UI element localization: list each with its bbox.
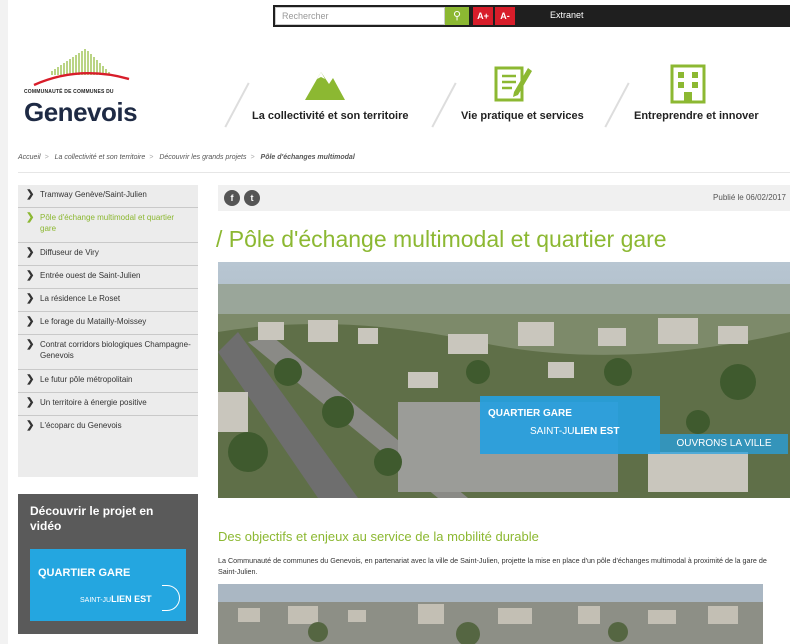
logo-title: Genevois [24,97,138,127]
sidebar-item-label: Entrée ouest de Saint-Julien [40,271,141,280]
chevron-right-icon: ❯ [26,420,35,431]
chevron-right-icon: ❯ [26,247,35,258]
sidebar-item-label: Pôle d'échange multimodal et quartier ga… [40,213,175,233]
building-icon [670,64,706,104]
share-bar: f t Publié le 06/02/2017 [218,185,790,211]
sidebar-item-corridors[interactable]: ❯ Contrat corridors biologiques Champagne… [18,335,198,370]
mountain-icon [305,72,345,100]
nav-label-entreprendre[interactable]: Entreprendre et innover [634,110,759,122]
sidebar: ❯ Tramway Genève/Saint-Julien ❯ Pôle d'éch… [18,185,198,477]
chevron-right-icon: ❯ [26,374,35,385]
sidebar-item-ecoparc[interactable]: ❯ L'écoparc du Genevois [18,416,198,439]
banner-title: QUARTIER GARE [488,408,572,419]
sidebar-item-label: Contrat corridors biologiques Champagne-… [40,340,191,360]
sidebar-item-residence[interactable]: ❯ La résidence Le Roset [18,289,198,312]
sidebar-item-label: Diffuseur de Viry [40,248,99,257]
video-thumbnail[interactable]: QUARTIER GARE SAINT-JULIEN EST [30,549,186,621]
hero-image: QUARTIER GARE SAINT-JULIEN EST OUVRONS L… [218,262,790,498]
search-button[interactable]: ⚲ [445,7,469,25]
panorama-photo [218,584,763,644]
nav-vie-pratique[interactable] [492,62,534,109]
sidebar-item-entree-ouest[interactable]: ❯ Entrée ouest de Saint-Julien [18,266,198,289]
chevron-right-icon: ❯ [26,189,35,200]
site-logo[interactable]: COMMUNAUTÉ DE COMMUNES DU Genevois [24,45,154,127]
sidebar-item-energie[interactable]: ❯ Un territoire à énergie positive [18,393,198,416]
font-decrease-button[interactable]: A- [495,7,515,25]
sidebar-item-label: L'écoparc du Genevois [40,421,122,430]
sidebar-item-diffuseur[interactable]: ❯ Diffuseur de Viry [18,243,198,266]
breadcrumb: Accueil > La collectivité et son territoi… [18,154,355,161]
extranet-link[interactable]: Extranet [550,10,584,20]
sidebar-item-label: La résidence Le Roset [40,294,121,303]
nav-divider [431,82,457,128]
video-arc-decoration [162,585,180,611]
page: Rechercher ⚲ A+ A- Extranet COMMUNAUTÉ D… [8,0,790,644]
video-thumb-title: QUARTIER GARE [38,567,131,579]
nav-label-collectivite[interactable]: La collectivité et son territoire [252,110,409,122]
sidebar-item-label: Le forage du Matailly-Moissey [40,317,147,326]
sidebar-item-label: Un territoire à énergie positive [40,398,147,407]
sidebar-item-pole-echange[interactable]: ❯ Pôle d'échange multimodal et quartier g… [18,208,198,243]
intro-paragraph: La Communauté de communes du Genevois, e… [218,556,767,576]
chevron-right-icon: ❯ [26,270,35,281]
chevron-right-icon: ❯ [26,339,35,350]
sidebar-item-label: Tramway Genève/Saint-Julien [40,190,147,199]
logo-mountain-icon [33,49,130,87]
sidebar-item-pole-metropolitain[interactable]: ❯ Le futur pôle métropolitain [18,370,198,393]
chevron-right-icon: ❯ [26,397,35,408]
top-bar: Rechercher ⚲ A+ A- Extranet [273,5,790,27]
divider [18,172,790,173]
logo-subtitle: COMMUNAUTÉ DE COMMUNES DU [24,89,114,95]
sidebar-item-forage[interactable]: ❯ Le forage du Matailly-Moissey [18,312,198,335]
nav-label-vie-pratique[interactable]: Vie pratique et services [461,110,584,122]
video-promo: Découvrir le projet en vidéo QUARTIER GA… [18,494,198,634]
nav-divider [604,82,630,128]
video-thumb-subtitle: SAINT-JULIEN EST [80,594,152,604]
banner-subtitle: SAINT-JULIEN EST [530,426,620,437]
chevron-right-icon: ❯ [26,293,35,304]
hero-slogan: OUVRONS LA VILLE [660,434,788,454]
notepad-pencil-icon [494,66,532,102]
breadcrumb-grands-projets[interactable]: Découvrir les grands projets [159,154,246,161]
sidebar-item-label: Le futur pôle métropolitain [40,375,133,384]
video-title: Découvrir le projet en vidéo [30,504,154,533]
search-icon: ⚲ [452,10,462,22]
nav-collectivite[interactable] [303,62,347,107]
nav-divider [224,82,250,128]
page-title: / Pôle d'échange multimodal et quartier … [216,226,667,252]
chevron-right-icon: ❯ [26,316,35,327]
secondary-photo [218,584,763,644]
breadcrumb-current: Pôle d'échanges multimodal [260,154,355,161]
published-date: Publié le 06/02/2017 [713,193,786,202]
nav-entreprendre[interactable] [668,62,708,109]
sidebar-item-tramway[interactable]: ❯ Tramway Genève/Saint-Julien [18,185,198,208]
breadcrumb-collectivite[interactable]: La collectivité et son territoire [55,154,146,161]
hero-banner: QUARTIER GARE SAINT-JULIEN EST [480,396,660,454]
aerial-photo [218,262,790,498]
twitter-icon[interactable]: t [244,190,260,206]
section-heading: Des objectifs et enjeux au service de la… [218,529,539,544]
font-increase-button[interactable]: A+ [473,7,493,25]
chevron-right-icon: ❯ [26,212,35,223]
search-input[interactable]: Rechercher [275,7,445,25]
breadcrumb-home[interactable]: Accueil [18,154,41,161]
facebook-icon[interactable]: f [224,190,240,206]
